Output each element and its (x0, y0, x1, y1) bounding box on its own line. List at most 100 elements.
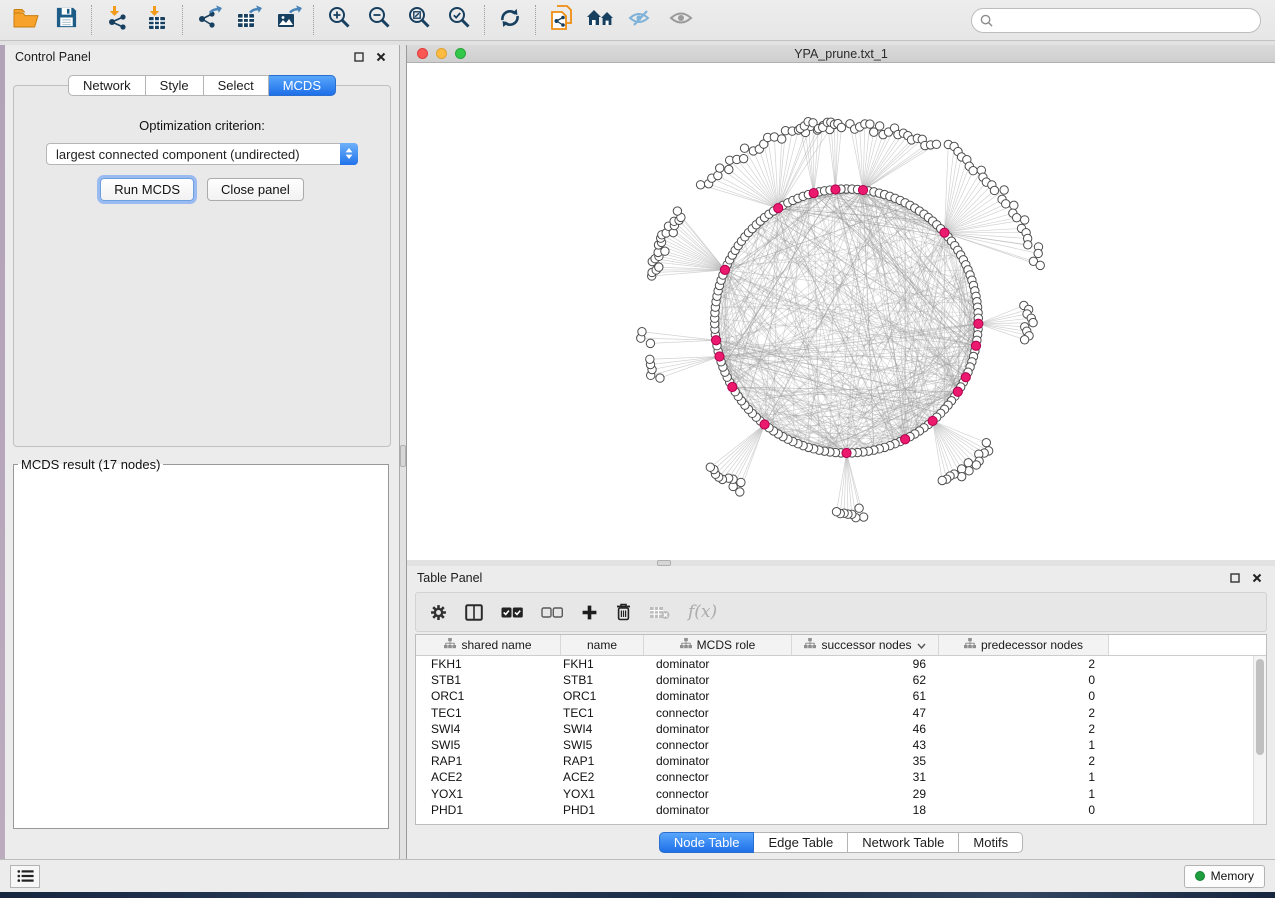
table-row[interactable]: YOX1YOX1connector291 (416, 786, 1253, 802)
table-row[interactable]: SWI4SWI4dominator462 (416, 721, 1253, 737)
divider-handle[interactable] (400, 445, 406, 467)
hide-selected-button[interactable] (621, 3, 661, 37)
zoom-fit-button[interactable] (399, 3, 439, 37)
zoom-in-button[interactable] (319, 3, 359, 37)
criterion-dropdown[interactable]: largest connected component (undirected) (46, 143, 358, 165)
duplicate-network-button[interactable] (541, 3, 581, 37)
toolbar-separator (484, 5, 485, 35)
zoom-selected-button[interactable] (439, 3, 479, 37)
close-panel-icon[interactable] (1249, 570, 1265, 586)
table-row[interactable]: TEC1TEC1connector472 (416, 705, 1253, 721)
table-row[interactable]: FKH1FKH1dominator962 (416, 656, 1253, 672)
node-table: shared namenameMCDS rolesuccessor nodesp… (415, 634, 1267, 825)
table-cell: RAP1 (416, 754, 561, 768)
column-header-predecessor-nodes[interactable]: predecessor nodes (939, 635, 1109, 655)
zoom-selected-icon (447, 5, 472, 35)
table-cell: 0 (939, 803, 1109, 817)
tab-node-table[interactable]: Node Table (659, 832, 755, 853)
refresh-button[interactable] (490, 3, 530, 37)
close-panel-button[interactable]: Close panel (207, 178, 304, 201)
delete-column-button[interactable] (616, 599, 631, 625)
export-table-button[interactable] (228, 3, 268, 37)
settings-button[interactable] (430, 599, 447, 625)
delete-table-button[interactable] (649, 599, 670, 625)
tab-style[interactable]: Style (146, 75, 204, 96)
tab-mcds[interactable]: MCDS (269, 75, 336, 96)
create-column-button[interactable] (581, 599, 598, 625)
export-network-icon (195, 5, 222, 36)
search-box[interactable] (971, 8, 1261, 33)
memory-button[interactable]: Memory (1184, 865, 1265, 888)
network-view[interactable] (407, 63, 1275, 560)
search-icon (980, 14, 993, 27)
status-bar: Memory (0, 859, 1275, 892)
zoom-fit-icon (407, 5, 432, 35)
table-cell: 2 (939, 722, 1109, 736)
divider-handle[interactable] (657, 560, 671, 566)
tab-motifs[interactable]: Motifs (959, 832, 1023, 853)
function-builder-button[interactable]: f(x) (688, 599, 717, 625)
table-cell: YOX1 (416, 787, 561, 801)
sort-desc-icon (917, 638, 926, 652)
main-toolbar (0, 0, 1275, 41)
table-cell: 46 (792, 722, 939, 736)
tab-network-table[interactable]: Network Table (848, 832, 959, 853)
select-all-button[interactable] (501, 599, 523, 625)
first-neighbors-button[interactable] (581, 3, 621, 37)
table-row[interactable]: RAP1RAP1dominator352 (416, 753, 1253, 769)
table-row[interactable]: SWI5SWI5connector431 (416, 737, 1253, 753)
column-header-MCDS-role[interactable]: MCDS role (644, 635, 792, 655)
table-cell: PHD1 (416, 803, 561, 817)
table-cell: dominator (644, 722, 792, 736)
table-cell: dominator (644, 657, 792, 671)
table-row[interactable]: ACE2ACE2connector311 (416, 769, 1253, 785)
table-scrollbar[interactable] (1253, 656, 1266, 824)
show-columns-button[interactable] (465, 599, 483, 625)
tab-network[interactable]: Network (68, 75, 146, 96)
table-cell: TEC1 (416, 706, 561, 720)
run-mcds-button[interactable]: Run MCDS (100, 178, 194, 201)
table-cell: 35 (792, 754, 939, 768)
hierarchy-icon (680, 638, 692, 652)
close-panel-icon[interactable] (373, 49, 389, 65)
export-network-button[interactable] (188, 3, 228, 37)
columns-icon (465, 604, 483, 621)
gear-icon (430, 604, 447, 621)
table-row[interactable]: ORC1ORC1dominator610 (416, 688, 1253, 704)
save-session-button[interactable] (46, 3, 86, 37)
delete-table-icon (649, 605, 670, 620)
import-table-button[interactable] (137, 3, 177, 37)
column-header-shared-name[interactable]: shared name (416, 635, 561, 655)
table-cell: 0 (939, 673, 1109, 687)
table-cell: 1 (939, 787, 1109, 801)
open-file-button[interactable] (6, 3, 46, 37)
tab-edge-table[interactable]: Edge Table (754, 832, 848, 853)
desktop-wallpaper-strip (0, 892, 1275, 898)
task-history-button[interactable] (10, 865, 40, 888)
table-row[interactable]: STB1STB1dominator620 (416, 672, 1253, 688)
tab-select[interactable]: Select (204, 75, 269, 96)
deselect-all-button[interactable] (541, 599, 563, 625)
panel-split-divider[interactable] (400, 45, 406, 859)
search-input[interactable] (998, 13, 1252, 27)
zoom-out-button[interactable] (359, 3, 399, 37)
table-split-divider[interactable] (407, 560, 1275, 566)
column-header-successor-nodes[interactable]: successor nodes (792, 635, 939, 655)
import-table-icon (144, 5, 170, 36)
table-cell: dominator (644, 673, 792, 687)
dropdown-stepper-icon (340, 143, 358, 165)
show-all-button[interactable] (661, 3, 701, 37)
network-window-titlebar[interactable]: YPA_prune.txt_1 (407, 45, 1275, 63)
main-area: Control Panel Network Style Select MCDS … (0, 41, 1275, 859)
column-header-name[interactable]: name (561, 635, 644, 655)
network-window-title: YPA_prune.txt_1 (407, 47, 1275, 61)
control-panel: Control Panel Network Style Select MCDS … (5, 45, 400, 859)
float-panel-icon[interactable] (351, 49, 367, 65)
import-network-button[interactable] (97, 3, 137, 37)
toolbar-separator (313, 5, 314, 35)
export-image-button[interactable] (268, 3, 308, 37)
table-row[interactable]: PHD1PHD1dominator180 (416, 802, 1253, 818)
scrollbar-thumb[interactable] (1256, 659, 1264, 755)
table-cell: PHD1 (561, 803, 644, 817)
float-panel-icon[interactable] (1227, 570, 1243, 586)
